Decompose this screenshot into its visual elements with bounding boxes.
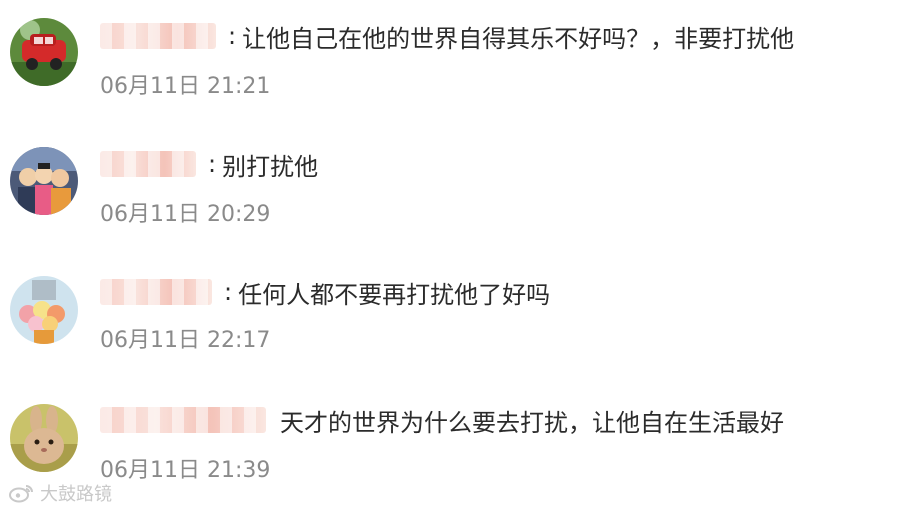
comment-timestamp: 06月11日 21:21 [100,74,271,99]
colon-separator: : [228,22,237,50]
blurred-username[interactable] [100,23,216,49]
comment-timestamp: 06月11日 22:17 [100,328,271,353]
comment-line: : 任何人都不要再打扰他了好吗 [100,274,550,310]
flowers-avatar-icon [10,276,78,344]
comment-line: : 别打扰他 [100,146,318,182]
comment-timestamp: 06月11日 20:29 [100,202,271,227]
blurred-username[interactable] [100,151,196,177]
user-avatar[interactable] [10,404,78,472]
user-avatar[interactable] [10,147,78,215]
comment-item: : 任何人都不要再打扰他了好吗 06月11日 22:17 [0,258,900,368]
comment-item: : 别打扰他 06月11日 20:29 [0,130,900,240]
comment-line: 天才的世界为什么要去打扰，让他自在生活最好 [100,402,784,438]
user-avatar[interactable] [10,276,78,344]
colon-separator: : [208,150,217,178]
comment-item: 天才的世界为什么要去打扰，让他自在生活最好 06月11日 21:39 [0,386,900,496]
comment-text: 别打扰他 [222,152,319,181]
group-photo-avatar-icon [10,147,78,215]
comment-text: 让他自己在他的世界自得其乐不好吗？，非要打扰他 [242,24,795,53]
rabbit-avatar-icon [10,404,78,472]
weibo-logo-icon [9,485,33,503]
comment-line: : 让他自己在他的世界自得其乐不好吗？，非要打扰他 [100,18,794,54]
blurred-username[interactable] [100,407,266,433]
colon-separator: : [224,278,233,306]
red-car-avatar-icon [10,18,78,86]
comment-text: 天才的世界为什么要去打扰，让他自在生活最好 [280,408,784,437]
comment-timestamp: 06月11日 21:39 [100,458,271,483]
watermark: 大鼓路镜 [8,480,112,506]
blurred-username[interactable] [100,279,212,305]
user-avatar[interactable] [10,18,78,86]
comment-item: : 让他自己在他的世界自得其乐不好吗？，非要打扰他 06月11日 21:21 [0,0,900,110]
watermark-text: 大鼓路镜 [40,484,112,505]
comment-text: 任何人都不要再打扰他了好吗 [238,280,551,309]
